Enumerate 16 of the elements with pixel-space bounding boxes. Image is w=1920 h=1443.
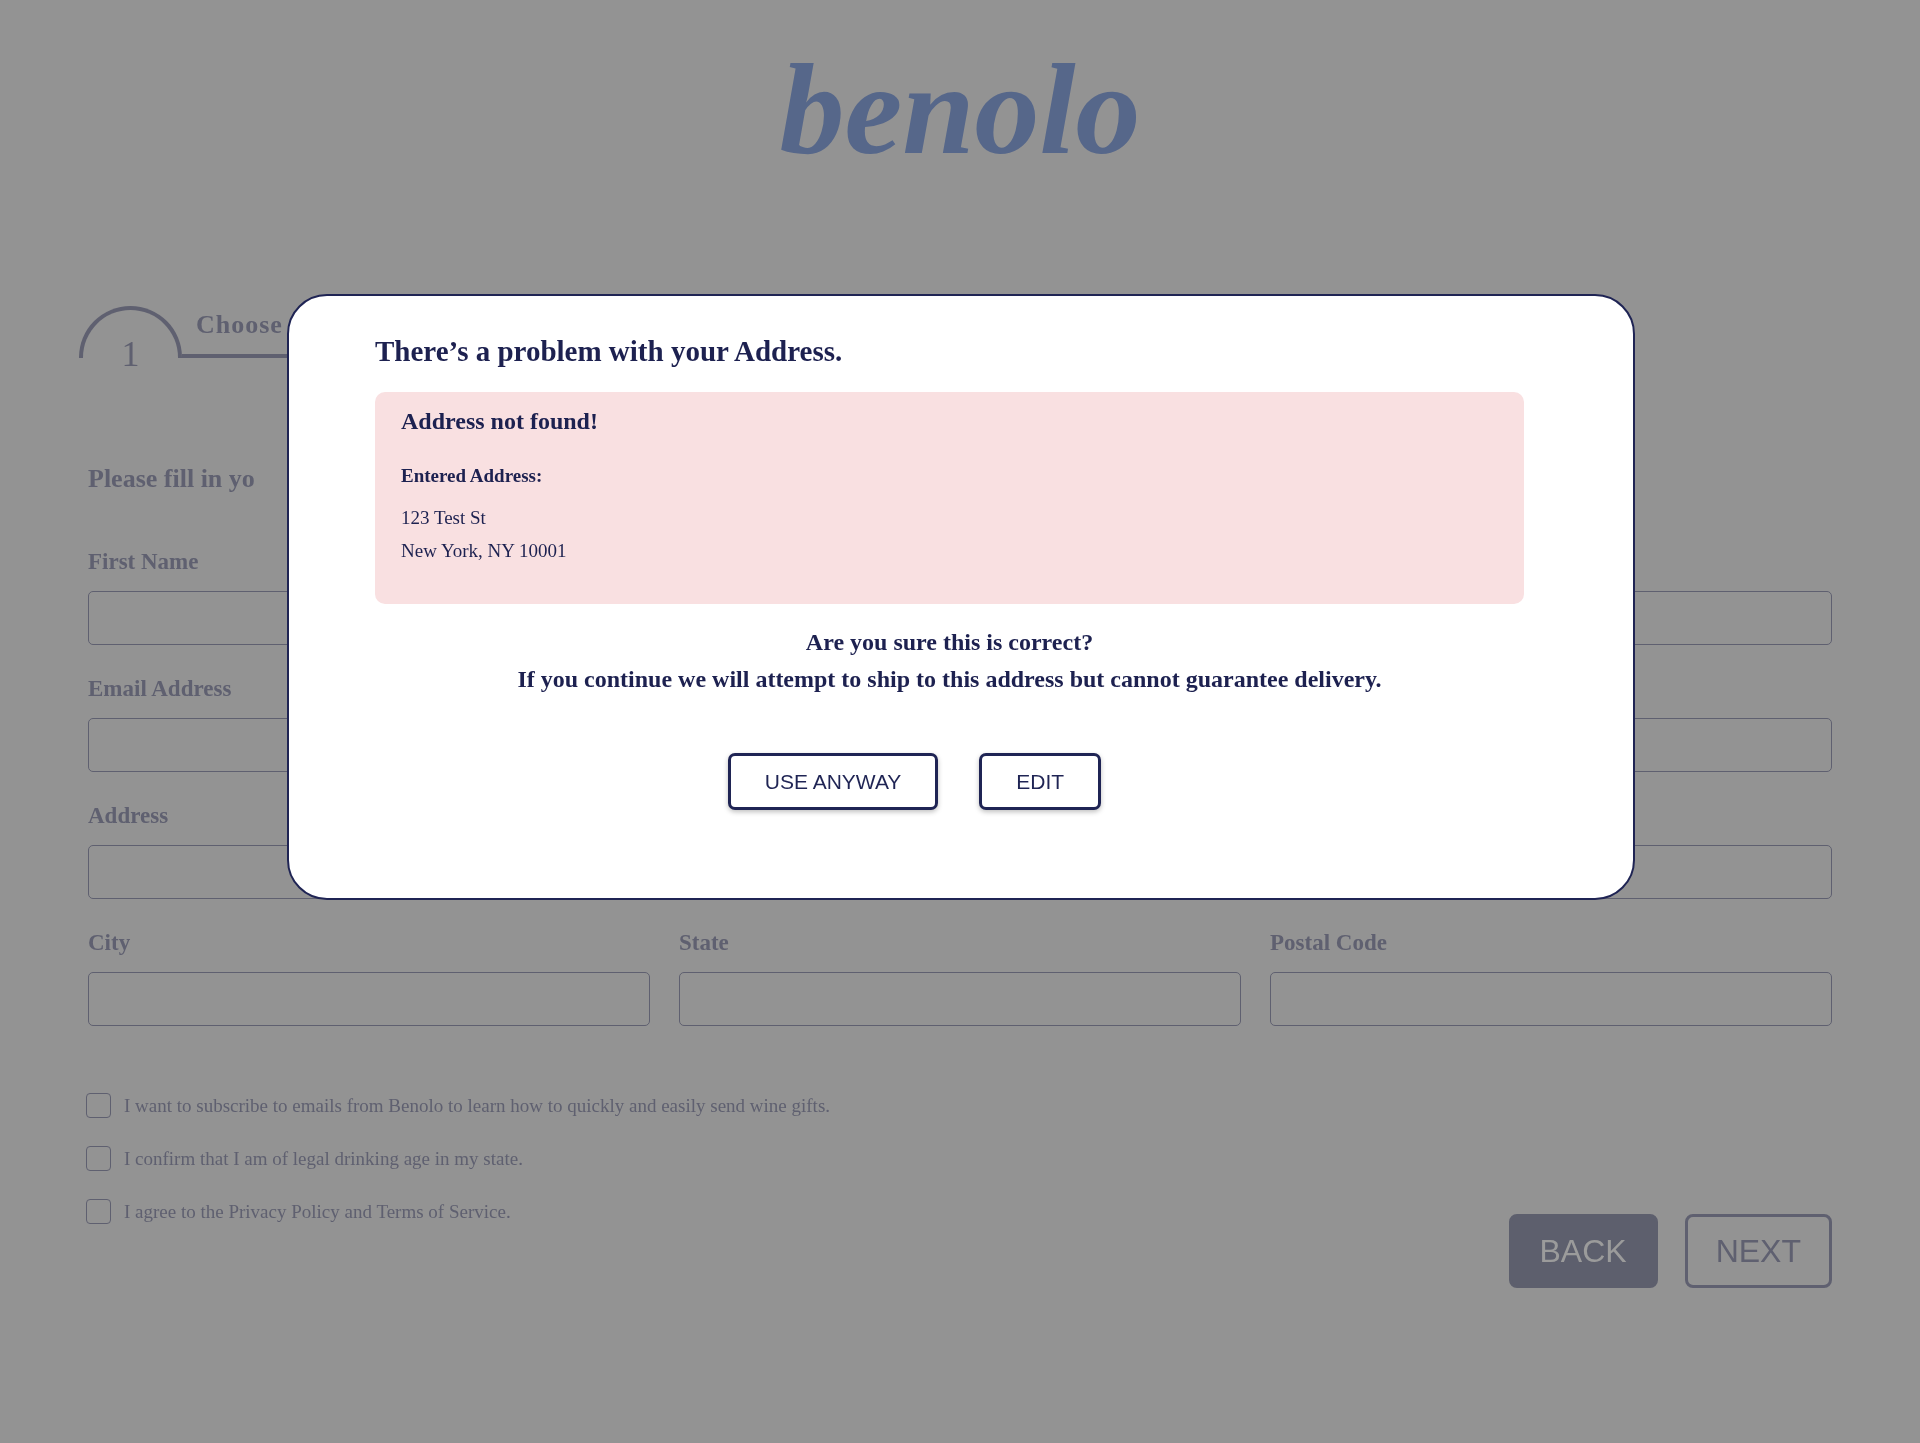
use-anyway-button[interactable]: USE ANYWAY bbox=[727, 753, 939, 810]
address-line: 123 Test St bbox=[401, 506, 486, 530]
dialog-title: There’s a problem with your Address. bbox=[375, 334, 843, 369]
edit-button[interactable]: EDIT bbox=[979, 753, 1102, 810]
alert-caption: Entered Address: bbox=[401, 464, 543, 488]
address-line: New York, NY 10001 bbox=[401, 539, 567, 563]
input-field[interactable] bbox=[1270, 972, 1832, 1026]
alert-heading: Address not found! bbox=[401, 407, 598, 436]
input-field[interactable] bbox=[88, 972, 650, 1026]
checkbox[interactable] bbox=[86, 1146, 111, 1171]
checkbox[interactable] bbox=[86, 1199, 111, 1224]
checkbox[interactable] bbox=[86, 1093, 111, 1118]
input-field[interactable] bbox=[679, 972, 1241, 1026]
dialog-message: Are you sure this is correct? bbox=[805, 628, 1094, 657]
logo: benolo bbox=[779, 44, 1141, 174]
dialog-message: If you continue we will attempt to ship to this address but cannot guarantee delivery. bbox=[517, 665, 1382, 694]
